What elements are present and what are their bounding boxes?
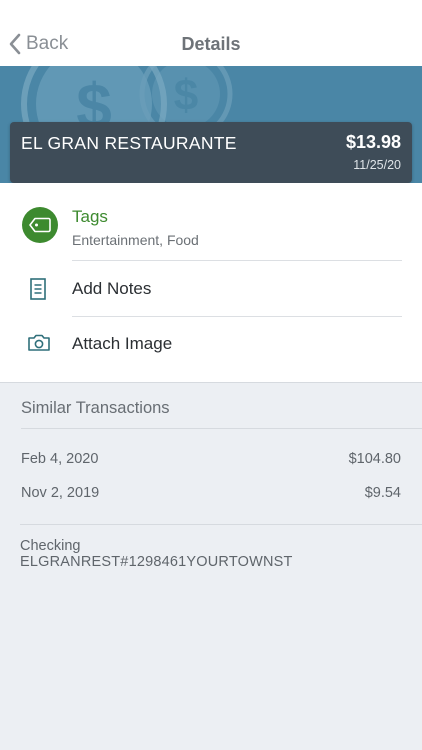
- tags-row[interactable]: Tags Entertainment, Food: [0, 183, 422, 261]
- similar-transaction-date: Feb 4, 2020: [21, 451, 99, 467]
- notes-icon: [26, 277, 50, 306]
- account-name: Checking: [20, 538, 81, 554]
- camera-icon: [26, 331, 52, 360]
- svg-text:$: $: [174, 71, 198, 120]
- transaction-date: 11/25/20: [353, 158, 401, 172]
- divider: [20, 524, 422, 525]
- merchant-name: EL GRAN RESTAURANTE: [21, 133, 237, 153]
- similar-transactions-header: Similar Transactions: [21, 399, 170, 417]
- details-section: Tags Entertainment, Food Add Notes Attac…: [0, 183, 422, 383]
- tags-values: Entertainment, Food: [72, 232, 199, 248]
- divider: [21, 428, 422, 429]
- add-notes-label: Add Notes: [72, 279, 152, 298]
- similar-transaction-row[interactable]: Feb 4, 2020 $104.80: [0, 451, 422, 485]
- add-notes-row[interactable]: Add Notes: [0, 261, 422, 317]
- page-title: Details: [181, 34, 241, 54]
- tag-icon: [22, 207, 58, 243]
- similar-transaction-date: Nov 2, 2019: [21, 485, 100, 501]
- bank-description: ELGRANREST#1298461YOURTOWNST: [20, 554, 293, 570]
- navigation-bar: Back Details: [0, 0, 422, 66]
- attach-image-row[interactable]: Attach Image: [0, 317, 422, 373]
- attach-image-label: Attach Image: [72, 334, 173, 353]
- merchant-card: EL GRAN RESTAURANTE $13.98 11/25/20: [10, 122, 412, 183]
- divider: [0, 382, 422, 383]
- tags-label: Tags: [72, 207, 108, 226]
- similar-transaction-amount: $104.80: [348, 451, 401, 467]
- similar-transaction-row[interactable]: Nov 2, 2019 $9.54: [0, 485, 422, 519]
- similar-transaction-amount: $9.54: [364, 485, 401, 501]
- transaction-amount: $13.98: [345, 132, 401, 152]
